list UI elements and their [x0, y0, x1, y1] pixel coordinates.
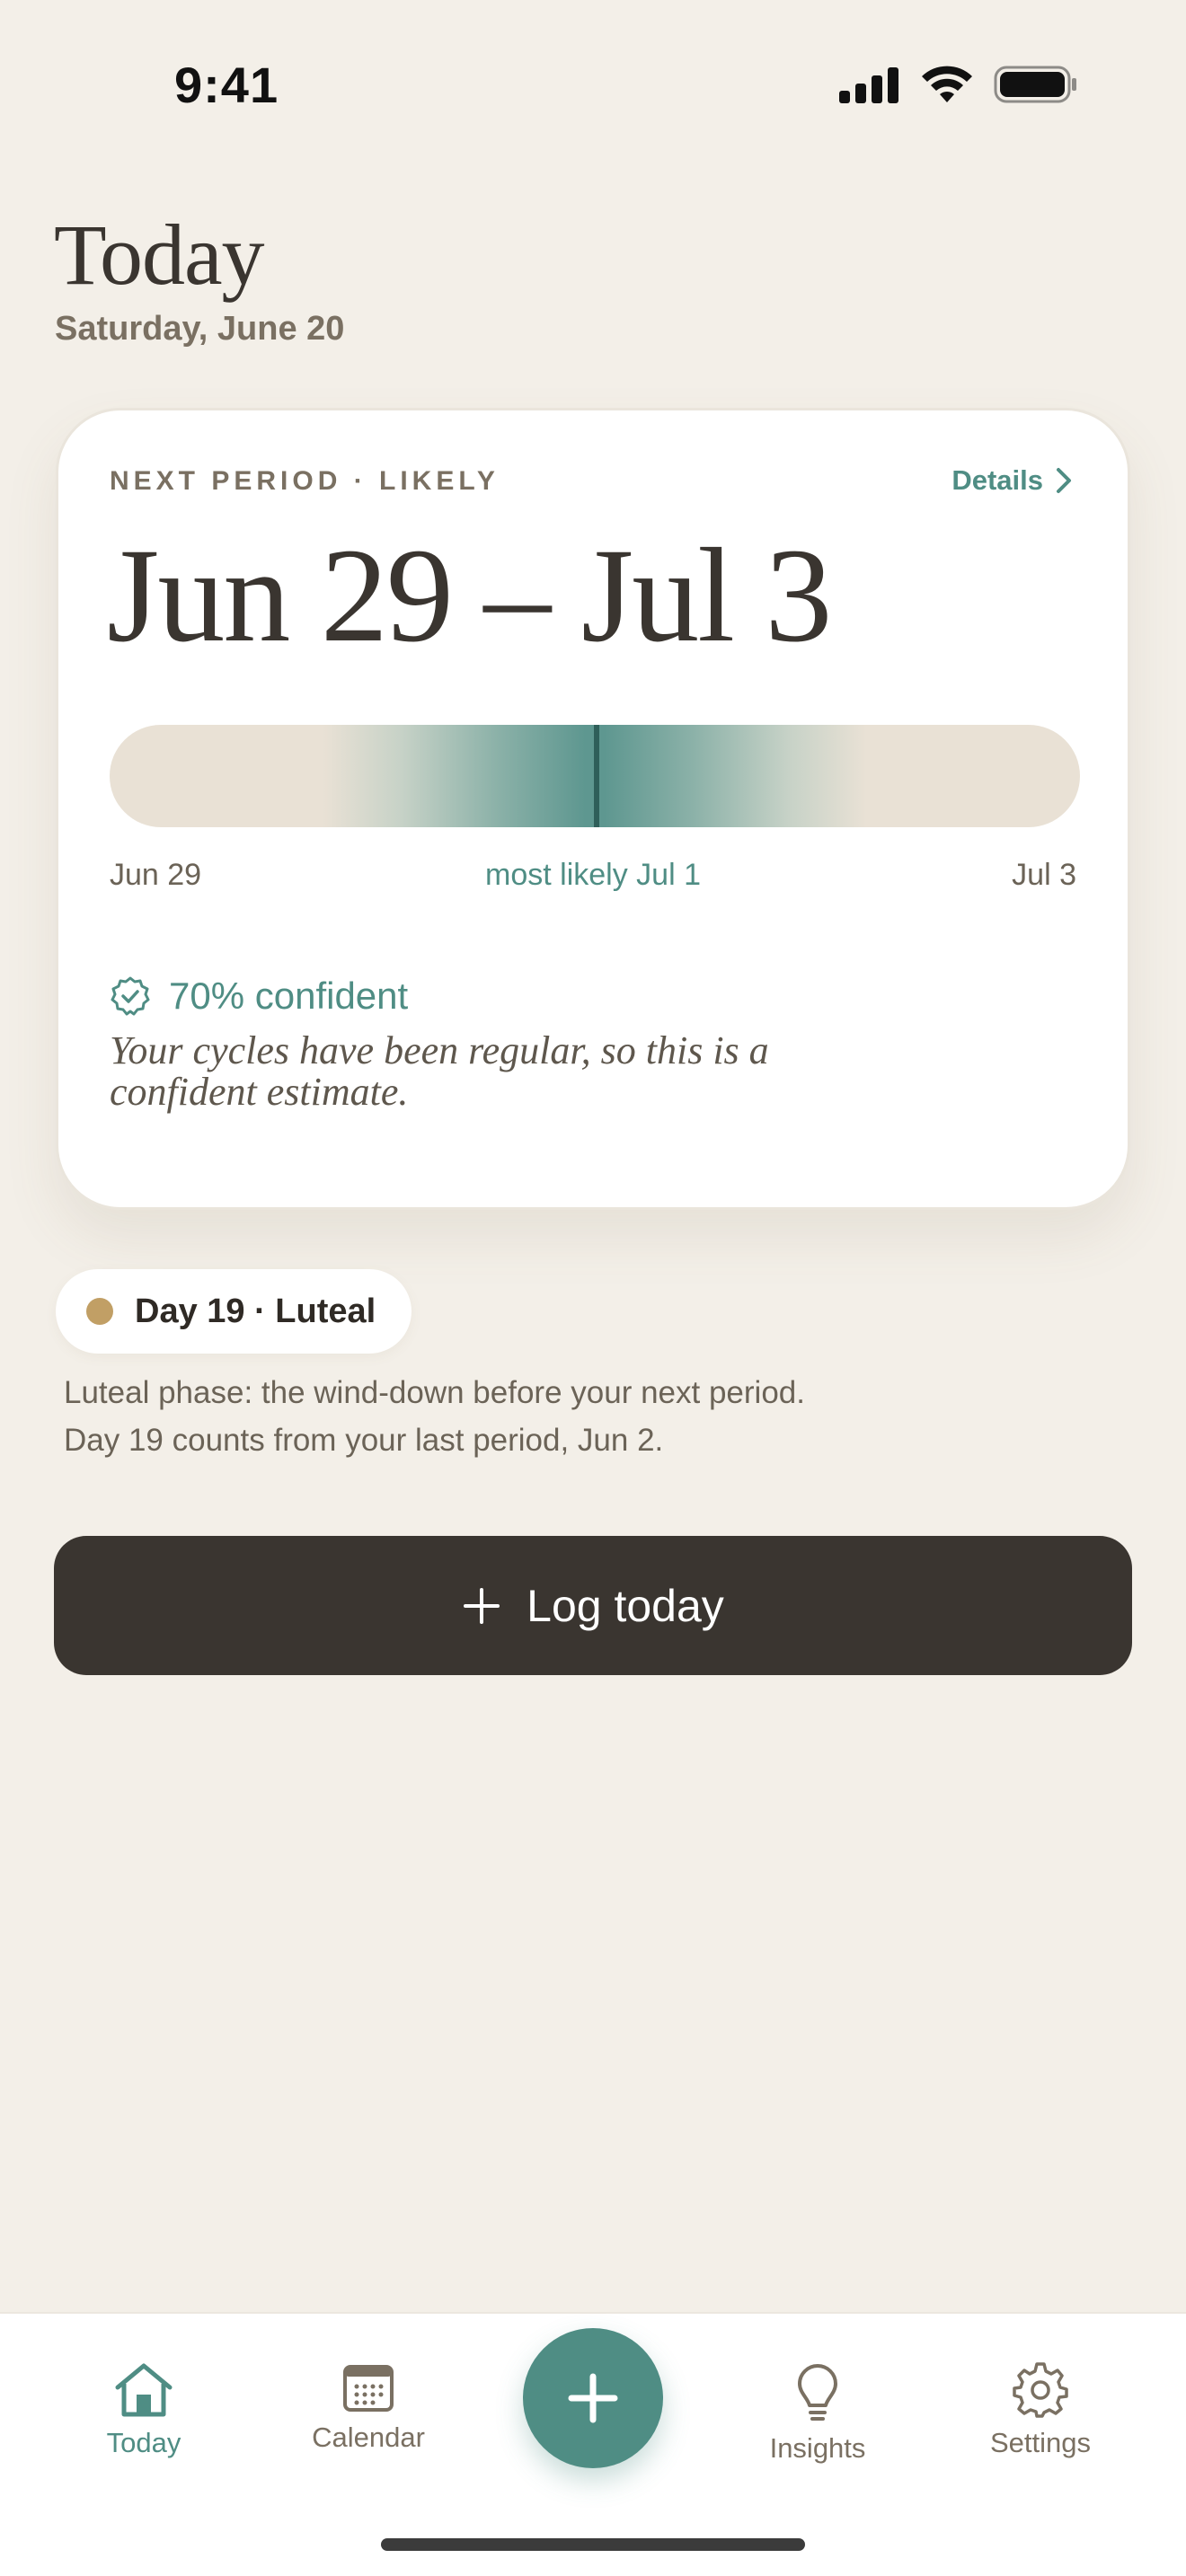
- verified-badge-icon: [111, 976, 150, 1016]
- confidence-row: 70% confident: [110, 975, 408, 1018]
- battery-icon: [994, 66, 1076, 103]
- chevron-right-icon: [1057, 468, 1071, 493]
- tab-calendar-label: Calendar: [312, 2422, 425, 2453]
- details-label: Details: [951, 464, 1043, 496]
- home-indicator[interactable]: [381, 2538, 805, 2551]
- log-today-label: Log today: [527, 1580, 724, 1631]
- tab-insights-label: Insights: [769, 2432, 866, 2464]
- phase-label: Day 19 · Luteal: [135, 1292, 376, 1330]
- status-time: 9:41: [174, 57, 279, 113]
- confidence-label: 70% confident: [169, 975, 409, 1017]
- page-date: Saturday, June 20: [55, 310, 345, 348]
- status-icons: [839, 65, 1078, 104]
- tab-insights[interactable]: Insights: [728, 2362, 907, 2465]
- most-likely-label: most likely Jul 1: [485, 858, 701, 892]
- lightbulb-icon: [798, 2364, 837, 2421]
- predicted-range: Jun 29 – Jul 3: [107, 521, 832, 670]
- page-title: Today: [54, 207, 265, 303]
- tab-settings[interactable]: Settings: [951, 2362, 1130, 2459]
- wifi-icon: [922, 66, 972, 102]
- cycle-phase-pill[interactable]: Day 19 · Luteal: [56, 1269, 412, 1354]
- tab-calendar[interactable]: Calendar: [279, 2362, 458, 2454]
- phase-description-line-1: Luteal phase: the wind-down before your …: [64, 1375, 805, 1410]
- phase-dot: [86, 1298, 113, 1325]
- log-today-button[interactable]: Log today: [54, 1536, 1132, 1675]
- tab-today[interactable]: Today: [54, 2362, 234, 2459]
- next-period-card: NEXT PERIOD · LIKELY Details Jun 29 – Ju…: [56, 408, 1130, 1210]
- calendar-icon: [343, 2365, 394, 2412]
- confidence-note: Your cycles have been regular, so this i…: [110, 1028, 769, 1114]
- add-entry-fab[interactable]: [523, 2328, 663, 2468]
- details-link[interactable]: Details: [951, 464, 1072, 497]
- phase-description: Luteal phase: the wind-down before your …: [64, 1369, 1052, 1464]
- home-icon: [115, 2363, 173, 2417]
- card-eyebrow: NEXT PERIOD · LIKELY: [110, 466, 500, 496]
- cellular-signal-icon: [839, 67, 898, 103]
- status-bar: 9:41: [0, 0, 1186, 171]
- plus-icon: [568, 2373, 618, 2423]
- phase-description-line-2: Day 19 counts from your last period, Jun…: [64, 1423, 664, 1458]
- gear-icon: [1013, 2362, 1068, 2418]
- range-end-label: Jul 3: [1012, 858, 1076, 892]
- most-likely-marker: [594, 725, 599, 827]
- plus-icon: [464, 1587, 500, 1624]
- tab-today-label: Today: [106, 2427, 181, 2458]
- tab-settings-label: Settings: [989, 2427, 1091, 2458]
- likelihood-range-bar: [110, 725, 1080, 827]
